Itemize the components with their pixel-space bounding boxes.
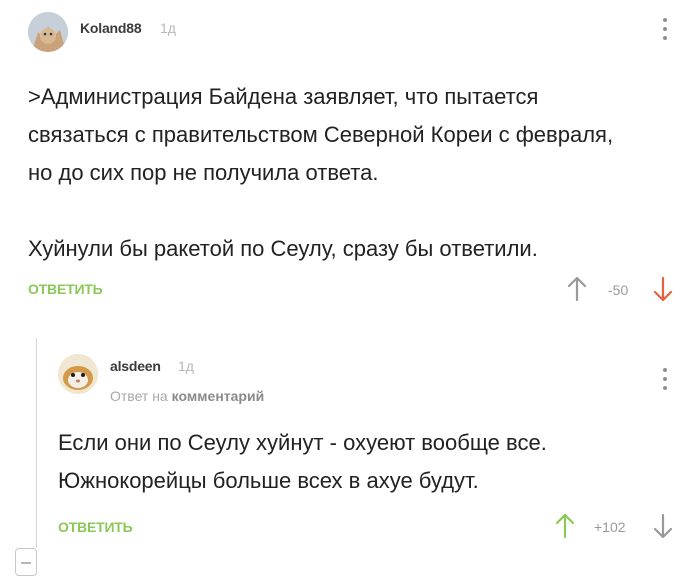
reply-to-prefix: Ответ на — [110, 388, 168, 404]
avatar[interactable] — [58, 354, 98, 394]
comment-text-line: Хуйнули бы ракетой по Сеулу, сразу бы от… — [28, 236, 538, 261]
comment-text-line: Если они по Сеулу хуйнут - охуеют вообще… — [58, 430, 547, 455]
avatar[interactable] — [28, 12, 68, 52]
comment-time: 1д — [160, 20, 176, 36]
arrow-up-icon[interactable] — [566, 276, 588, 302]
comment-text-line: связаться с правительством Северной Коре… — [28, 122, 614, 147]
comment-text-line: Южнокорейцы больше всех в ахуе будут. — [58, 468, 479, 493]
reply-button[interactable]: ОТВЕТИТЬ — [28, 281, 103, 297]
kebab-menu-icon[interactable] — [659, 368, 671, 396]
comment-text-line: >Администрация Байдена заявляет, что пыт… — [28, 84, 539, 109]
user-avatar-icon — [28, 12, 68, 52]
comment-time: 1д — [178, 358, 194, 374]
collapse-thread-icon[interactable] — [15, 548, 37, 576]
comment-text: Если они по Сеулу хуйнут - охуеют вообще… — [58, 424, 678, 500]
user-avatar-icon — [58, 354, 98, 394]
reply-to-line: Ответ на комментарий — [110, 388, 264, 404]
arrow-up-icon[interactable] — [554, 513, 576, 539]
kebab-menu-icon[interactable] — [659, 18, 671, 46]
comment-username[interactable]: Koland88 — [80, 20, 142, 36]
comment-text-line: но до сих пор не получила ответа. — [28, 160, 379, 185]
reply-button[interactable]: ОТВЕТИТЬ — [58, 519, 133, 535]
arrow-down-icon[interactable] — [652, 513, 674, 539]
rating-value: +102 — [594, 519, 626, 535]
arrow-down-icon[interactable] — [652, 276, 674, 302]
comment-username[interactable]: alsdeen — [110, 358, 161, 374]
rating-value: -50 — [608, 282, 629, 298]
reply-to-link[interactable]: комментарий — [172, 388, 265, 404]
thread-line — [36, 338, 37, 548]
comment-text: >Администрация Байдена заявляет, что пыт… — [28, 78, 688, 268]
